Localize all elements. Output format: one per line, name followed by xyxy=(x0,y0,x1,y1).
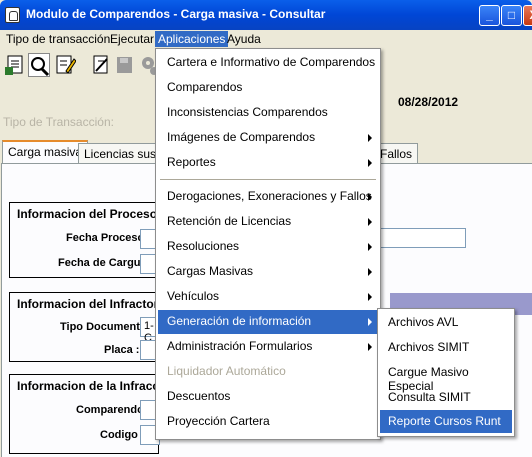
aplicaciones-menu: Cartera e Informativo de Comparendos Com… xyxy=(155,48,381,440)
save-icon xyxy=(114,53,136,77)
menu-comparendos[interactable]: Comparendos xyxy=(158,76,378,100)
submenu-reporte-cursos-runt[interactable]: Reporte Cursos Runt xyxy=(380,410,512,433)
menu-bar: Tipo de transacción Ejecutar Aplicacione… xyxy=(0,30,532,48)
submenu-arrow-icon xyxy=(368,159,372,167)
submenu-arrow-icon xyxy=(368,343,372,351)
menu-derogaciones-label: Derogaciones, Exoneraciones y Fallos xyxy=(167,189,372,203)
submenu-arrow-icon xyxy=(368,268,372,276)
menu-reportes[interactable]: Reportes xyxy=(158,151,378,175)
menu-administracion-label: Administración Formularios xyxy=(167,339,313,353)
submenu-archivos-avl[interactable]: Archivos AVL xyxy=(380,311,512,334)
current-date: 08/28/2012 xyxy=(398,95,459,109)
add-record-icon[interactable] xyxy=(4,53,26,77)
menu-ayuda[interactable]: Ayuda xyxy=(224,31,264,47)
fecha-proceso-label: Fecha Proceso : xyxy=(66,232,151,244)
edit-icon[interactable] xyxy=(54,53,77,77)
tab-carga-masiva[interactable]: Carga masiva xyxy=(2,140,89,165)
menu-separator xyxy=(160,179,376,180)
menu-generacion-informacion[interactable]: Generación de información xyxy=(158,310,378,334)
menu-cartera-informativo[interactable]: Cartera e Informativo de Comparendos xyxy=(158,51,378,75)
menu-vehiculos-label: Vehículos xyxy=(167,289,220,303)
menu-reportes-label: Reportes xyxy=(167,155,216,169)
menu-administracion-formularios[interactable]: Administración Formularios xyxy=(158,335,378,359)
submenu-consulta-simit[interactable]: Consulta SIMIT xyxy=(380,386,512,409)
close-button[interactable]: X xyxy=(523,5,532,26)
submenu-archivos-simit[interactable]: Archivos SIMIT xyxy=(380,336,512,359)
menu-inconsistencias[interactable]: Inconsistencias Comparendos xyxy=(158,101,378,125)
menu-descuentos[interactable]: Descuentos xyxy=(158,385,378,409)
minimize-button[interactable]: _ xyxy=(479,5,500,26)
menu-retencion-label: Retención de Licencias xyxy=(167,214,292,228)
menu-imagenes-comparendos[interactable]: Imágenes de Comparendos xyxy=(158,126,378,150)
submenu-arrow-icon xyxy=(368,134,372,142)
codigo-label: Codigo : xyxy=(100,429,145,441)
print-icon[interactable] xyxy=(90,53,112,77)
group-infractor-title: Informacion del Infractor xyxy=(17,297,159,311)
menu-resoluciones[interactable]: Resoluciones xyxy=(158,235,378,259)
menu-vehiculos[interactable]: Vehículos xyxy=(158,285,378,309)
submenu-arrow-icon xyxy=(368,243,372,251)
submenu-arrow-icon xyxy=(368,218,372,226)
menu-imagenes-label: Imágenes de Comparendos xyxy=(167,130,316,144)
menu-aplicaciones[interactable]: Aplicaciones xyxy=(155,31,229,47)
menu-tipo-transaccion[interactable]: Tipo de transacción xyxy=(3,31,113,47)
menu-retencion-licencias[interactable]: Retención de Licencias xyxy=(158,210,378,234)
submenu-arrow-icon xyxy=(368,293,372,301)
menu-derogaciones[interactable]: Derogaciones, Exoneraciones y Fallos xyxy=(158,185,378,209)
menu-generacion-label: Generación de información xyxy=(167,314,312,328)
placa-label: Placa : xyxy=(104,344,140,356)
app-icon xyxy=(5,7,20,23)
group-proceso-title: Informacion del Proceso xyxy=(17,207,158,221)
generacion-informacion-submenu: Archivos AVL Archivos SIMIT Cargue Masiv… xyxy=(377,308,515,437)
title-bar: Modulo de Comparendos - Carga masiva - C… xyxy=(0,0,532,30)
menu-proyeccion-cartera[interactable]: Proyección Cartera xyxy=(158,410,378,434)
submenu-cargue-masivo-especial[interactable]: Cargue Masivo Especial xyxy=(380,361,512,393)
menu-liquidador-automatico: Liquidador Automático xyxy=(167,364,286,378)
menu-cargas-label: Cargas Masivas xyxy=(167,264,254,278)
window-title: Modulo de Comparendos - Carga masiva - C… xyxy=(26,7,326,21)
menu-cargas-masivas[interactable]: Cargas Masivas xyxy=(158,260,378,284)
proceso-extra-input[interactable] xyxy=(378,228,466,248)
maximize-button[interactable]: □ xyxy=(501,5,522,26)
submenu-arrow-icon xyxy=(368,318,372,326)
menu-resoluciones-label: Resoluciones xyxy=(167,239,240,253)
search-icon[interactable] xyxy=(28,53,50,77)
submenu-arrow-icon xyxy=(368,193,372,201)
menu-ejecutar[interactable]: Ejecutar xyxy=(107,31,157,47)
group-infraccion-title: Informacion de la Infracci xyxy=(17,379,163,393)
tipo-transaccion-label: Tipo de Transacción: xyxy=(3,115,114,129)
